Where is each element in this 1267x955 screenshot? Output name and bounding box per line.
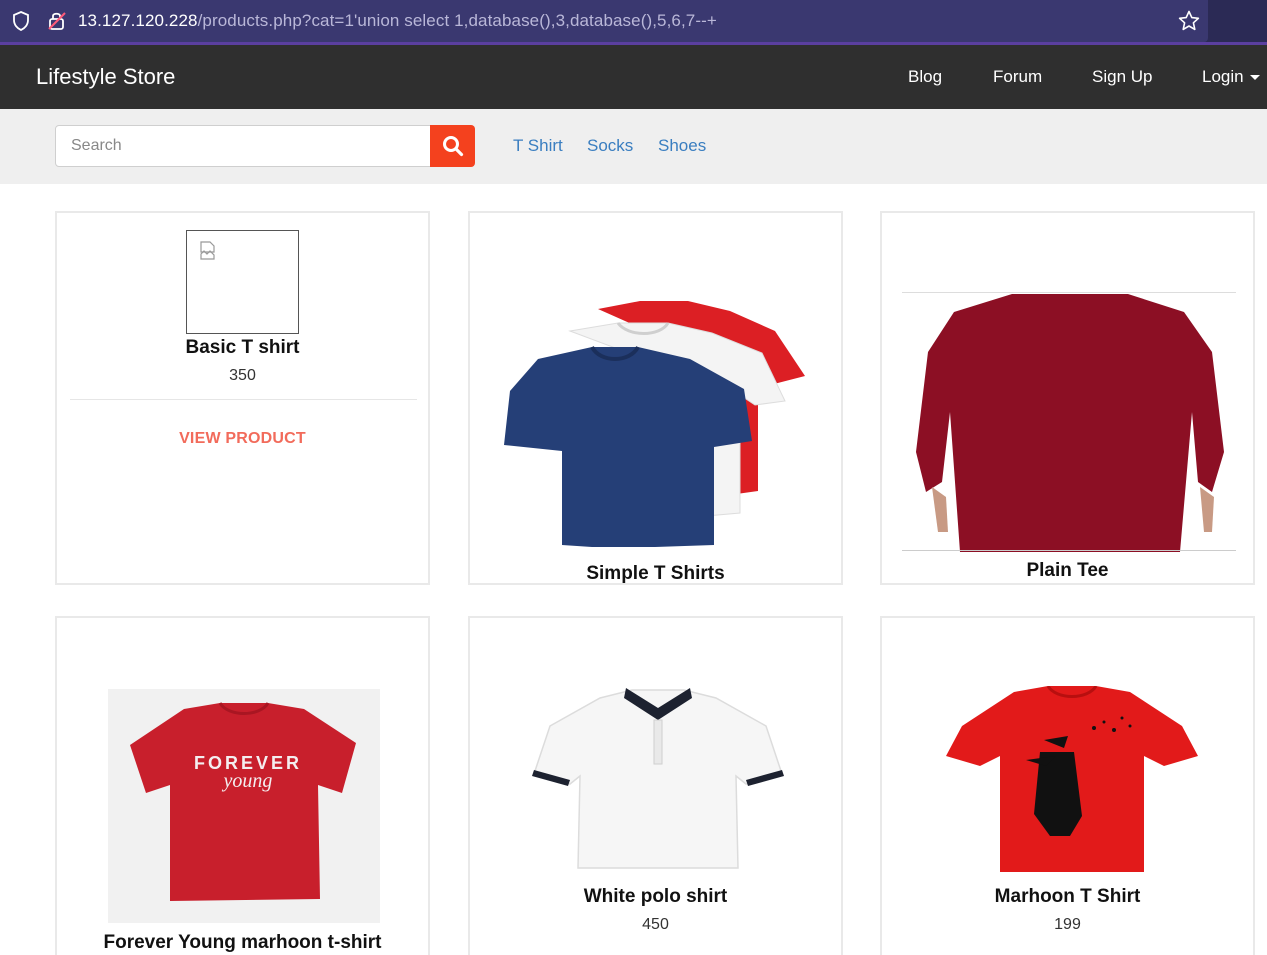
url-path: /products.php?cat=1'union select 1,datab…	[197, 11, 717, 30]
product-card-plain-tee[interactable]: Plain Tee 300	[880, 211, 1255, 585]
bookmark-star-icon[interactable]	[1177, 9, 1201, 33]
broken-image-icon	[200, 241, 215, 260]
product-title[interactable]: Marhoon T Shirt	[882, 886, 1253, 908]
product-card-simple-tshirts[interactable]: Simple T Shirts 550	[468, 211, 843, 585]
product-image-white-polo[interactable]	[530, 686, 786, 872]
view-product-button[interactable]: VIEW PRODUCT	[57, 430, 428, 448]
product-title[interactable]: Plain Tee	[882, 560, 1253, 582]
category-link-tshirt[interactable]: T Shirt	[513, 136, 563, 156]
product-title[interactable]: Basic T shirt	[57, 337, 428, 359]
login-label: Login	[1202, 67, 1244, 86]
card-divider	[70, 399, 417, 400]
product-price: 350	[229, 367, 256, 384]
url-host: 13.127.120.228	[78, 11, 198, 30]
product-card-forever-young[interactable]: FOREVER young Forever Young marhoon t-sh…	[55, 616, 430, 955]
nav-link-sign-up[interactable]: Sign Up	[1092, 67, 1152, 87]
shield-icon[interactable]	[11, 11, 31, 31]
nav-link-login[interactable]: Login	[1202, 67, 1260, 87]
product-card-marhoon-tshirt[interactable]: Marhoon T Shirt 199	[880, 616, 1255, 955]
category-link-socks[interactable]: Socks	[587, 136, 633, 156]
nav-link-forum[interactable]: Forum	[993, 67, 1042, 87]
product-image-broken[interactable]	[186, 230, 299, 334]
product-card-white-polo[interactable]: White polo shirt 450	[468, 616, 843, 955]
product-title[interactable]: White polo shirt	[470, 886, 841, 908]
nav-link-blog[interactable]: Blog	[908, 67, 942, 87]
search-band: T Shirt Socks Shoes	[0, 109, 1267, 184]
product-title[interactable]: Simple T Shirts	[470, 563, 841, 583]
product-price: 450	[642, 916, 669, 933]
product-title[interactable]: Forever Young marhoon t-shirt	[57, 932, 428, 954]
address-field[interactable]: 13.127.120.228/products.php?cat=1'union …	[0, 0, 1208, 42]
search-icon	[443, 136, 464, 157]
image-bottom-border	[902, 550, 1236, 551]
brand-logo[interactable]: Lifestyle Store	[36, 64, 175, 90]
browser-url-bar: 13.127.120.228/products.php?cat=1'union …	[0, 0, 1267, 45]
product-image-maroon-longsleeve[interactable]	[912, 292, 1228, 552]
url-text[interactable]: 13.127.120.228/products.php?cat=1'union …	[78, 11, 717, 31]
product-image-red-tshirt[interactable]: FOREVER young	[108, 689, 380, 923]
search-input[interactable]	[55, 125, 431, 167]
product-card-basic-tshirt[interactable]: Basic T shirt 350 VIEW PRODUCT	[55, 211, 430, 585]
tshirt-print-young: young	[222, 770, 273, 792]
site-navbar: Lifestyle Store Blog Forum Sign Up Login	[0, 45, 1267, 109]
product-price: 199	[1054, 916, 1081, 933]
search-button[interactable]	[430, 125, 475, 167]
product-image-stacked-tshirts[interactable]	[500, 301, 810, 547]
caret-down-icon	[1249, 75, 1260, 81]
category-link-shoes[interactable]: Shoes	[658, 136, 706, 156]
insecure-lock-icon[interactable]	[46, 10, 68, 32]
product-image-red-graphic-tshirt[interactable]	[944, 686, 1200, 876]
